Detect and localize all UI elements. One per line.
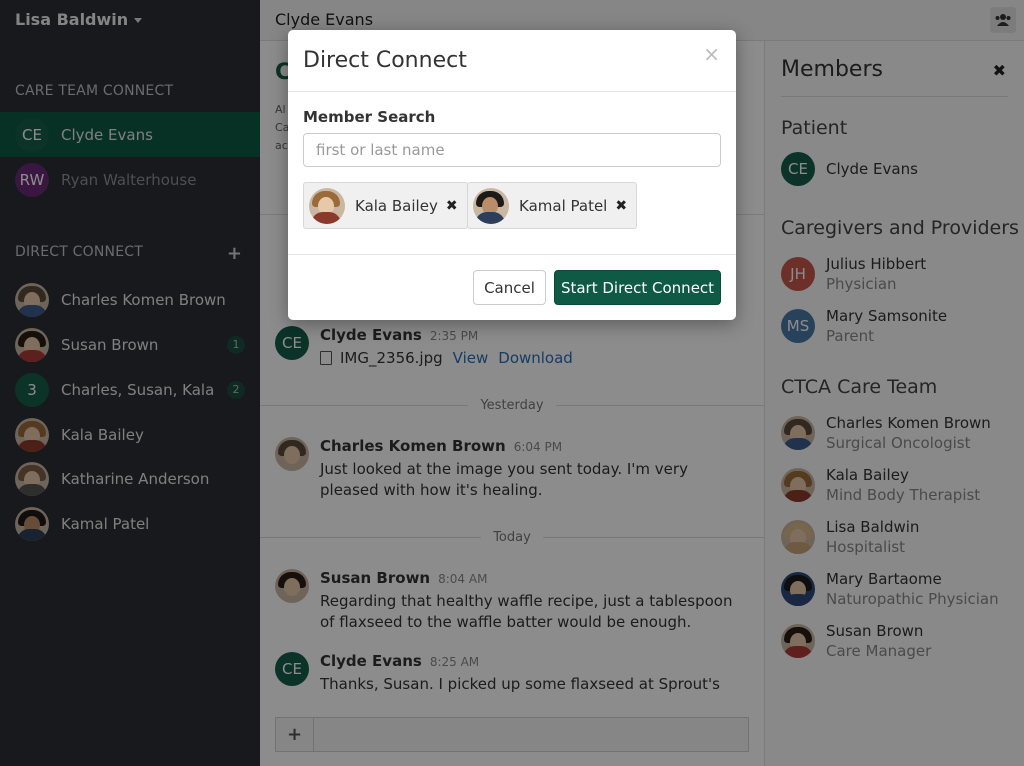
member-search-label: Member Search xyxy=(303,108,436,126)
selected-member-chip: Kala Bailey ✖ xyxy=(303,182,468,229)
selected-member-chip: Kamal Patel ✖ xyxy=(467,182,638,229)
member-search-input[interactable] xyxy=(303,133,721,167)
direct-connect-dialog: Direct Connect × Member Search Kala Bail… xyxy=(288,30,736,320)
avatar xyxy=(473,187,509,224)
avatar xyxy=(309,187,345,224)
dialog-title: Direct Connect xyxy=(303,48,467,73)
remove-icon[interactable]: ✖ xyxy=(615,198,627,214)
divider xyxy=(288,254,736,255)
cancel-button[interactable]: Cancel xyxy=(473,270,546,305)
remove-icon[interactable]: ✖ xyxy=(446,198,458,214)
start-direct-connect-button[interactable]: Start Direct Connect xyxy=(554,270,721,305)
chip-name: Kamal Patel xyxy=(519,196,608,215)
chip-name: Kala Bailey xyxy=(355,196,438,215)
dialog-header: Direct Connect × xyxy=(288,30,736,92)
close-icon[interactable]: × xyxy=(703,42,720,66)
